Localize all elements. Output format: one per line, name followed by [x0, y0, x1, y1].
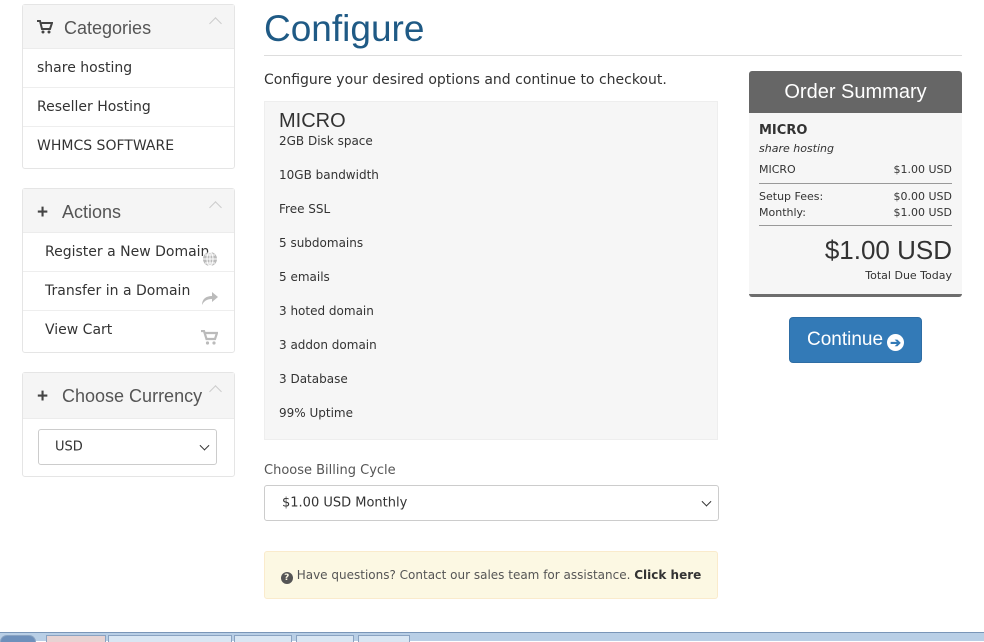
action-label: View Cart: [45, 322, 113, 338]
category-item-whmcs-software[interactable]: WHMCS SOFTWARE: [23, 127, 234, 165]
billing-cycle-value: $1.00 USD Monthly: [282, 495, 408, 511]
summary-setup-fees: Setup Fees: $0.00 USD: [759, 190, 952, 203]
page-title: Configure: [264, 8, 425, 49]
taskbar-app-button[interactable]: [234, 635, 292, 642]
categories-title: Categories: [64, 18, 152, 38]
summary-product-group: share hosting: [759, 142, 834, 155]
billing-cycle-label: Choose Billing Cycle: [264, 463, 396, 478]
continue-label: Continue: [806, 329, 884, 350]
currency-select[interactable]: USD: [38, 429, 217, 465]
chevron-down-icon: [701, 496, 712, 507]
product-feature: Free SSL: [279, 202, 331, 216]
summary-setup-fees-value: $0.00 USD: [893, 190, 953, 203]
help-link[interactable]: Click here: [634, 568, 701, 582]
category-item-reseller-hosting[interactable]: Reseller Hosting: [23, 88, 234, 127]
summary-line-item-value: $1.00 USD: [893, 163, 953, 176]
arrow-circle-right-icon: ➔: [887, 334, 905, 351]
taskbar-app-button[interactable]: [296, 635, 354, 642]
product-feature: 3 Database: [279, 372, 348, 386]
title-divider: [264, 55, 962, 56]
actions-panel: + Actions Register a New Domain Transfer…: [22, 188, 235, 353]
taskbar-app-button[interactable]: [46, 635, 106, 642]
taskbar-app-button[interactable]: [108, 635, 232, 642]
actions-header[interactable]: + Actions: [23, 189, 234, 233]
summary-total: $1.00 USD: [824, 235, 952, 265]
categories-panel: Categories share hosting Reseller Hostin…: [22, 4, 235, 169]
summary-total-label: Total Due Today: [865, 269, 952, 282]
chevron-up-icon[interactable]: [209, 385, 222, 398]
action-view-cart[interactable]: View Cart: [23, 311, 234, 349]
product-feature: 2GB Disk space: [279, 134, 373, 148]
cart-icon: [201, 322, 219, 360]
currency-title: Choose Currency: [62, 386, 203, 406]
help-text: Have questions? Contact our sales team f…: [296, 568, 631, 582]
taskbar-start-button[interactable]: [0, 635, 36, 642]
continue-button[interactable]: Continue ➔: [789, 317, 922, 363]
product-feature: 5 subdomains: [279, 236, 364, 250]
summary-product-name: MICRO: [759, 123, 808, 138]
summary-monthly-label: Monthly:: [759, 206, 806, 219]
currency-header[interactable]: + Choose Currency: [23, 373, 234, 419]
intro-text: Configure your desired options and conti…: [264, 72, 667, 88]
product-feature: 99% Uptime: [279, 406, 353, 420]
summary-line-item: MICRO $1.00 USD: [759, 163, 952, 176]
action-register-domain[interactable]: Register a New Domain: [23, 233, 234, 272]
summary-monthly-value: $1.00 USD: [893, 206, 953, 219]
actions-title: Actions: [62, 202, 122, 222]
product-feature: 3 addon domain: [279, 338, 377, 352]
product-feature: 3 hoted domain: [279, 304, 374, 318]
product-feature: 10GB bandwidth: [279, 168, 379, 182]
help-alert: ? Have questions? Contact our sales team …: [264, 551, 718, 599]
product-info: MICRO 2GB Disk space 10GB bandwidth Free…: [264, 101, 718, 440]
summary-monthly: Monthly: $1.00 USD: [759, 206, 952, 219]
taskbar-app-button[interactable]: [358, 635, 410, 642]
chevron-down-icon: [199, 440, 210, 451]
summary-divider: [759, 183, 952, 184]
plus-icon: +: [37, 202, 49, 223]
summary-divider: [759, 225, 952, 226]
order-summary: Order Summary MICRO share hosting MICRO …: [749, 71, 962, 297]
question-circle-icon: ?: [280, 572, 293, 584]
category-item-label: WHMCS SOFTWARE: [37, 138, 175, 154]
currency-panel: + Choose Currency USD: [22, 372, 235, 477]
action-label: Transfer in a Domain: [45, 283, 191, 299]
cart-icon: [37, 20, 54, 38]
action-transfer-domain[interactable]: Transfer in a Domain: [23, 272, 234, 311]
plus-icon: +: [37, 386, 49, 407]
categories-header[interactable]: Categories: [23, 5, 234, 49]
order-summary-body: MICRO share hosting MICRO $1.00 USD Setu…: [759, 113, 952, 294]
action-label: Register a New Domain: [45, 244, 210, 260]
product-name: MICRO: [279, 110, 346, 132]
billing-cycle-select[interactable]: $1.00 USD Monthly: [264, 485, 719, 521]
category-item-label: Reseller Hosting: [37, 99, 151, 115]
order-summary-title: Order Summary: [749, 71, 962, 113]
category-item-share-hosting[interactable]: share hosting: [23, 49, 234, 88]
summary-setup-fees-label: Setup Fees:: [759, 190, 824, 203]
product-feature: 5 emails: [279, 270, 330, 284]
chevron-up-icon[interactable]: [209, 201, 222, 214]
category-item-label: share hosting: [37, 60, 133, 76]
chevron-up-icon[interactable]: [209, 17, 222, 30]
currency-select-value: USD: [55, 439, 83, 455]
summary-line-item-label: MICRO: [759, 163, 796, 176]
